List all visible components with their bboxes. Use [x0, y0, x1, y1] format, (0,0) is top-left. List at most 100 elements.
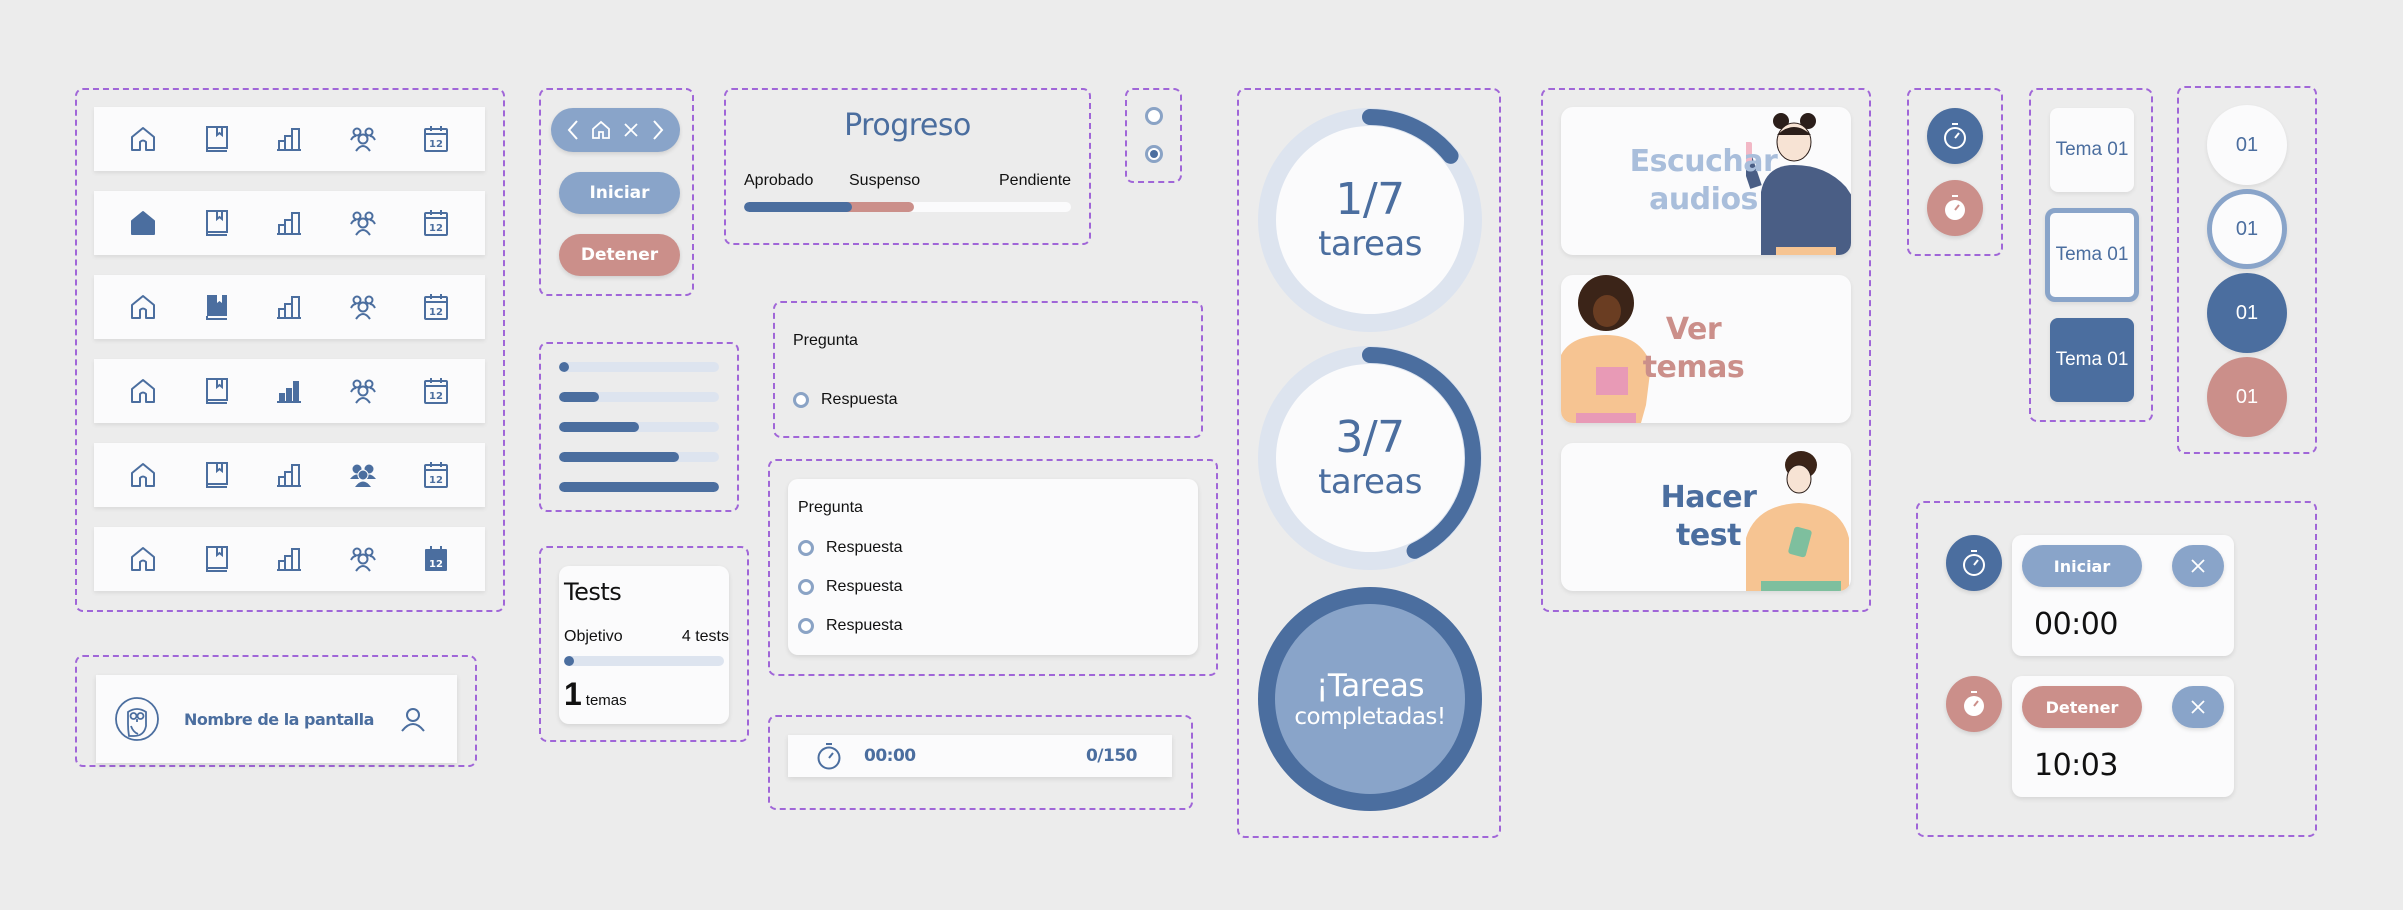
home-icon[interactable]: [128, 124, 158, 154]
tema-button-active[interactable]: Tema 01: [2050, 318, 2134, 402]
timer-widget-card: Detener 10:03: [2012, 676, 2234, 797]
home-icon[interactable]: [128, 460, 158, 490]
stopwatch-running-button[interactable]: [1927, 180, 1983, 236]
answer-option[interactable]: Respuesta: [798, 578, 903, 596]
owl-logo-icon[interactable]: [114, 696, 160, 742]
calendar-icon[interactable]: 12: [421, 208, 451, 238]
ring-unit: tareas: [1318, 224, 1422, 264]
start-button[interactable]: Iniciar: [559, 172, 680, 214]
radio-button[interactable]: [798, 618, 814, 634]
chevron-left-icon[interactable]: [566, 119, 580, 141]
home-icon[interactable]: [128, 208, 158, 238]
group-icon[interactable]: [348, 292, 378, 322]
navbar-variant-3: 12: [94, 275, 485, 339]
close-button[interactable]: [2172, 545, 2224, 587]
calendar-icon[interactable]: 12: [421, 292, 451, 322]
number-circle-default[interactable]: 01: [2207, 105, 2287, 185]
svg-text:12: 12: [429, 391, 443, 402]
screen-title: Nombre de la pantalla: [184, 709, 374, 729]
timer-widget-time: 10:03: [2034, 748, 2118, 783]
stats-icon[interactable]: [274, 544, 304, 574]
book-icon[interactable]: [201, 460, 231, 490]
stopwatch-running-button[interactable]: [1946, 676, 2002, 732]
calendar-icon[interactable]: 12: [421, 376, 451, 406]
radio-button[interactable]: [793, 392, 809, 408]
radio-button[interactable]: [798, 579, 814, 595]
stopwatch-icon: [816, 742, 842, 770]
answer-option[interactable]: Respuesta: [798, 539, 903, 557]
start-button[interactable]: Iniciar: [2022, 545, 2142, 587]
progreso-label-aprobado: Aprobado: [744, 172, 814, 189]
group-icon[interactable]: [348, 544, 378, 574]
tests-count: 1: [564, 676, 582, 712]
calendar-icon[interactable]: 12: [421, 460, 451, 490]
home-icon[interactable]: [128, 376, 158, 406]
tema-button-selected[interactable]: Tema 01: [2045, 208, 2139, 302]
timer-bar: 00:00 0/150: [788, 735, 1172, 777]
tests-count-unit: temas: [585, 692, 627, 709]
group-icon[interactable]: [348, 376, 378, 406]
answer-option[interactable]: Respuesta: [798, 617, 903, 635]
answer-label: Respuesta: [821, 391, 898, 408]
progress-fill: [559, 452, 679, 462]
home-icon[interactable]: [128, 544, 158, 574]
group-icon[interactable]: [348, 208, 378, 238]
radio-states-frame: [1125, 88, 1182, 183]
calendar-icon[interactable]: 12: [421, 124, 451, 154]
stats-icon[interactable]: [274, 460, 304, 490]
radio-button[interactable]: [798, 540, 814, 556]
home-icon[interactable]: [128, 292, 158, 322]
progress-fill: [559, 392, 599, 402]
timer-bar-counter: 0/150: [1085, 746, 1138, 766]
timer-bar-time: 00:00: [864, 746, 916, 766]
radio-unchecked[interactable]: [1145, 107, 1163, 125]
nav-pill: [551, 108, 680, 152]
stats-icon[interactable]: [274, 376, 304, 406]
action-card-temas[interactable]: Ver temas: [1561, 275, 1851, 423]
stats-icon[interactable]: [274, 124, 304, 154]
radio-checked[interactable]: [1145, 145, 1163, 163]
tasks-complete-line1: ¡Tareas: [1315, 668, 1425, 704]
action-card-line1: Hacer: [1660, 480, 1757, 515]
action-card-test[interactable]: Hacer test: [1561, 443, 1851, 591]
book-icon[interactable]: [201, 124, 231, 154]
home-icon[interactable]: [591, 120, 611, 140]
progreso-segment-aprobado: [744, 202, 852, 212]
number-circle-active[interactable]: 01: [2207, 273, 2287, 353]
chevron-right-icon[interactable]: [651, 119, 665, 141]
book-icon[interactable]: [201, 544, 231, 574]
close-icon[interactable]: [622, 121, 640, 139]
stop-button[interactable]: Detener: [559, 234, 680, 276]
stats-icon[interactable]: [274, 208, 304, 238]
screen-header: Nombre de la pantalla: [96, 675, 457, 763]
stopwatch-idle-button[interactable]: [1946, 535, 2002, 591]
tasks-complete-line2: completadas!: [1294, 704, 1446, 730]
answer-label: Respuesta: [826, 539, 903, 556]
calendar-icon[interactable]: 12: [421, 544, 451, 574]
progreso-segment-suspenso: [843, 202, 915, 212]
group-icon[interactable]: [348, 124, 378, 154]
question-single-option[interactable]: Respuesta: [793, 391, 898, 409]
close-icon: [2190, 699, 2206, 715]
book-icon[interactable]: [201, 292, 231, 322]
action-card-audios[interactable]: Escuchar audios: [1561, 107, 1851, 255]
tests-progress-bar: [564, 656, 724, 666]
number-circle-selected[interactable]: 01: [2207, 189, 2287, 269]
tema-button-default[interactable]: Tema 01: [2050, 108, 2134, 192]
close-button[interactable]: [2172, 686, 2224, 728]
tests-goal-value: 4 tests: [681, 628, 729, 645]
stats-icon[interactable]: [274, 292, 304, 322]
stopwatch-filled-icon: [1942, 194, 1968, 222]
group-icon[interactable]: [348, 460, 378, 490]
stopwatch-idle-button[interactable]: [1927, 108, 1983, 164]
book-icon[interactable]: [201, 208, 231, 238]
number-circle-danger[interactable]: 01: [2207, 357, 2287, 437]
progress-bar: [559, 392, 719, 402]
progreso-bar: [744, 202, 1071, 212]
stop-button[interactable]: Detener: [2022, 686, 2142, 728]
progreso-title: Progreso: [844, 108, 971, 143]
progress-bar: [559, 422, 719, 432]
stopwatch-filled-icon: [1961, 690, 1987, 718]
book-icon[interactable]: [201, 376, 231, 406]
user-icon[interactable]: [399, 705, 427, 733]
